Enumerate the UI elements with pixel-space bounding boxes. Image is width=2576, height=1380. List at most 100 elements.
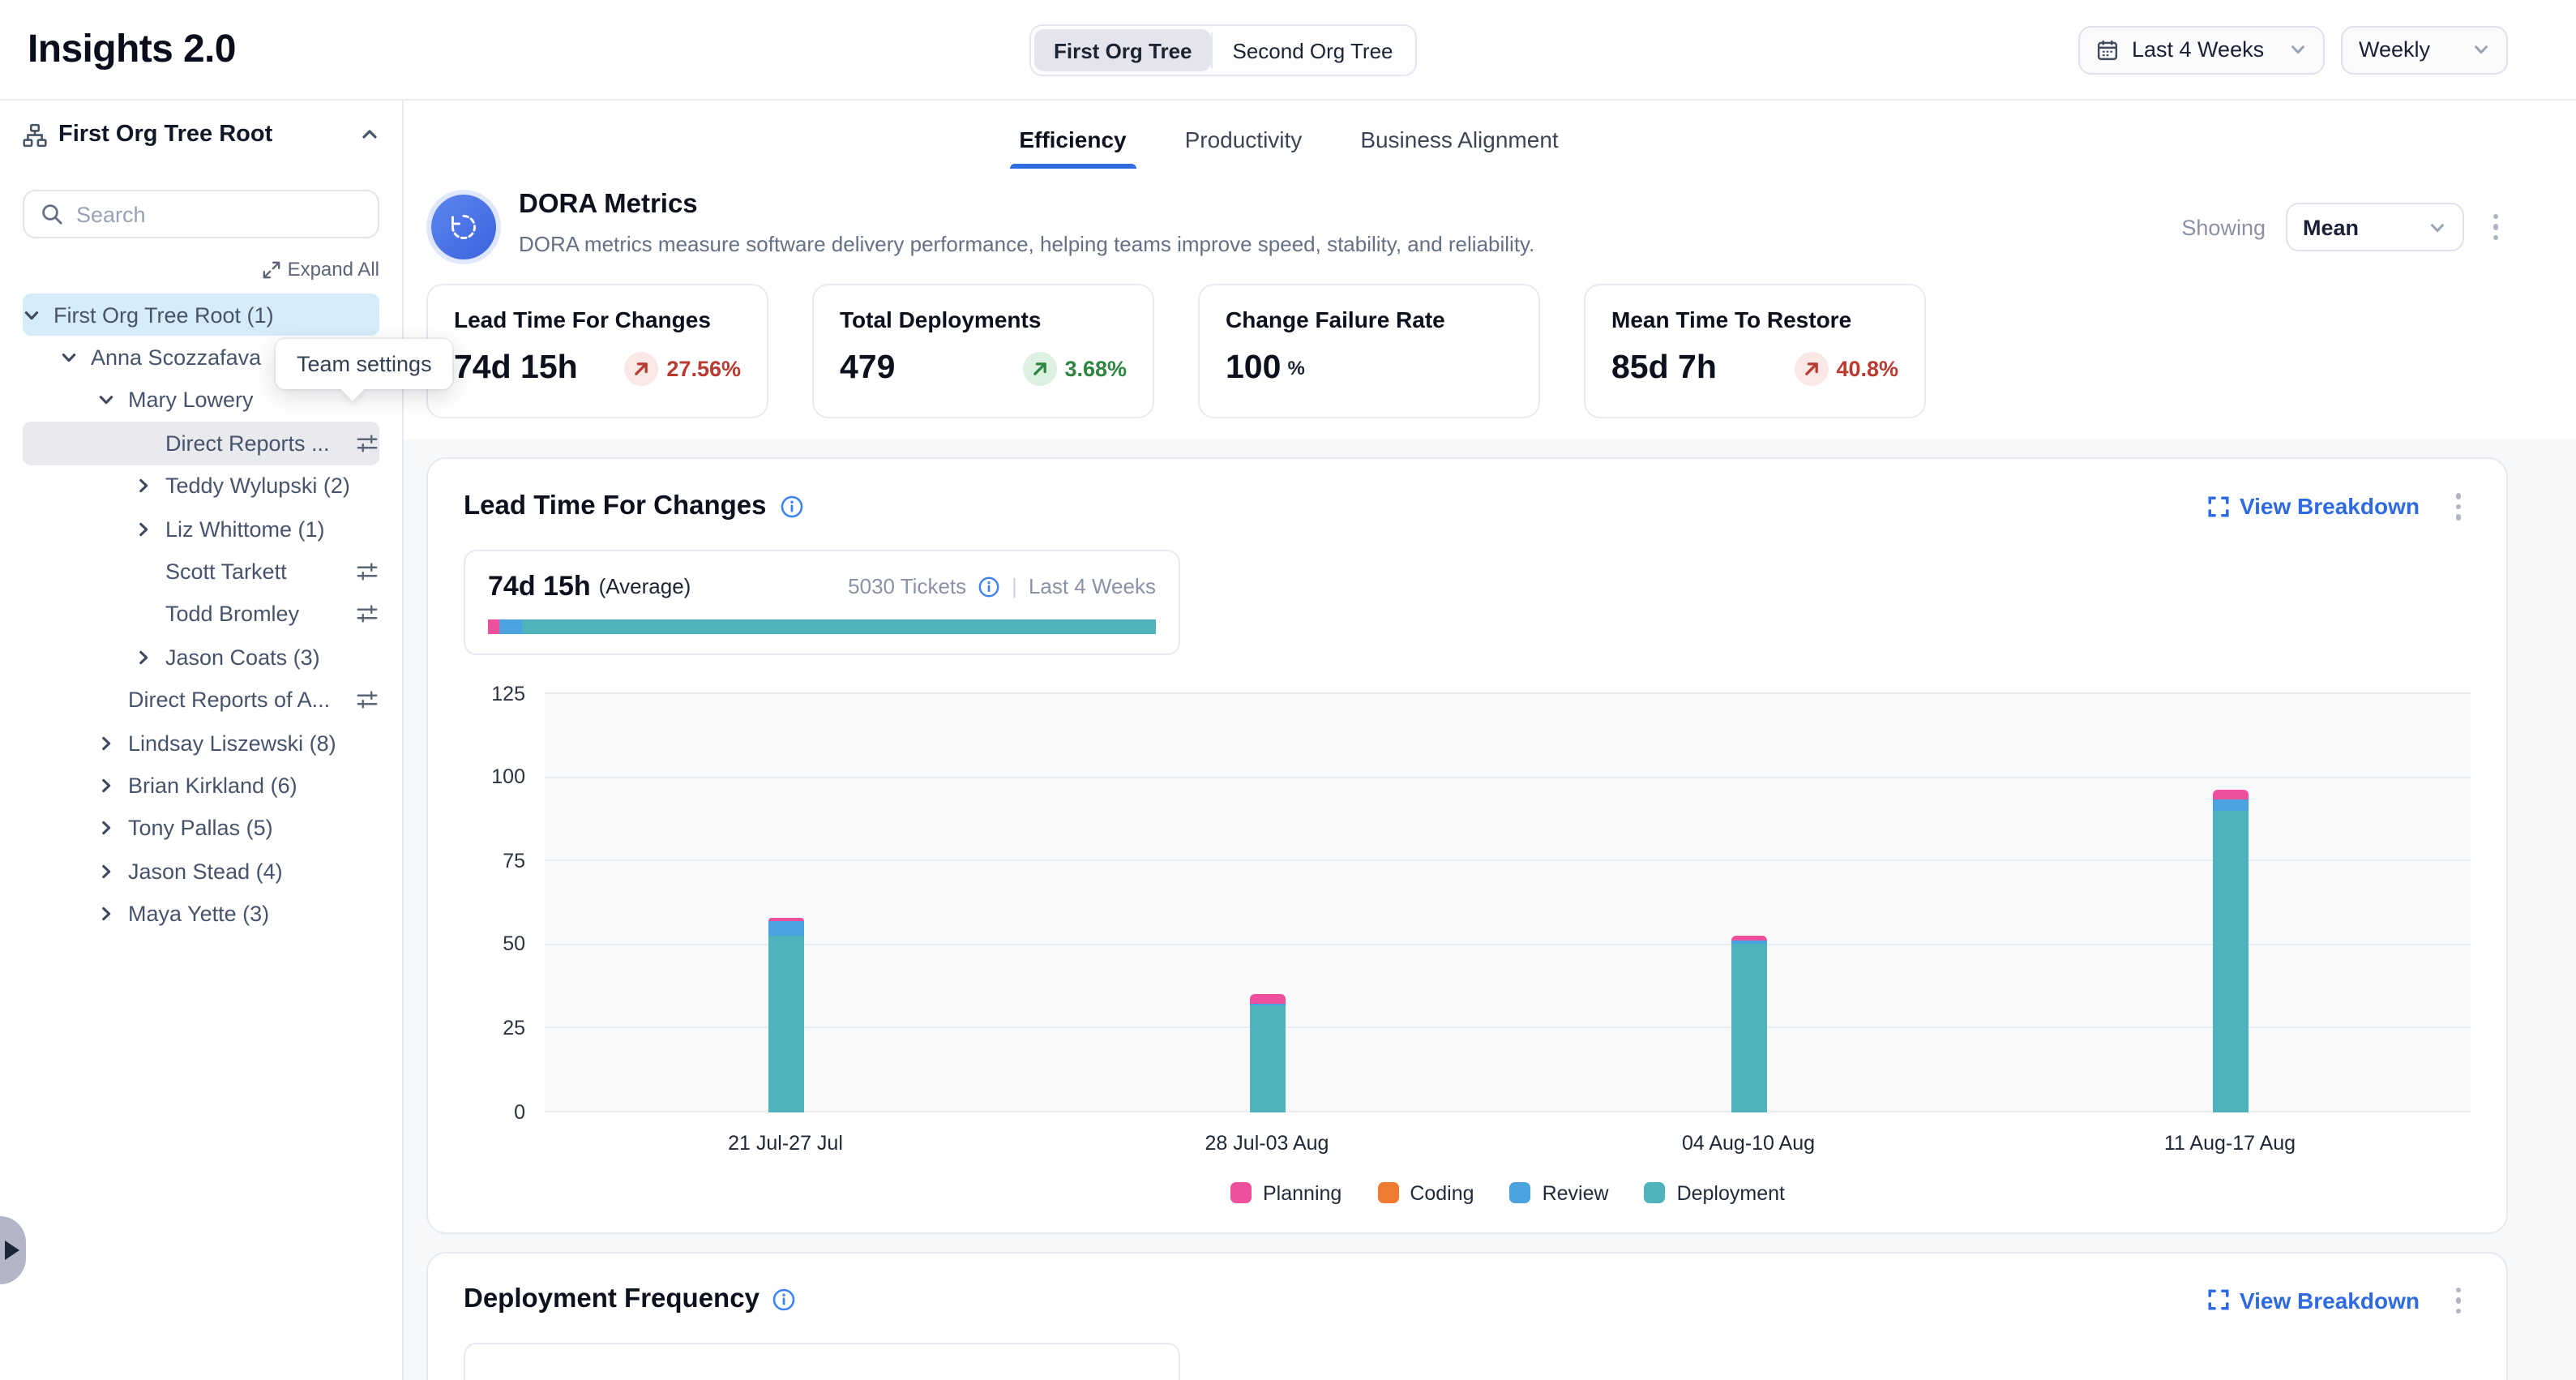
trend-badge: 27.56% bbox=[624, 351, 741, 385]
team-settings-icon[interactable] bbox=[345, 688, 379, 712]
tree-item[interactable]: Lindsay Liszewski (8) bbox=[23, 722, 379, 765]
team-settings-icon[interactable] bbox=[345, 431, 379, 456]
metric-title: Total Deployments bbox=[840, 306, 1127, 332]
lead-time-panel-title: Lead Time For Changes bbox=[464, 491, 767, 522]
metric-unit: % bbox=[1287, 357, 1304, 379]
average-segment-review bbox=[499, 619, 521, 633]
view-breakdown-button[interactable]: View Breakdown bbox=[2209, 1288, 2420, 1314]
tree-item[interactable]: First Org Tree Root (1) bbox=[23, 294, 379, 336]
legend-item[interactable]: Planning bbox=[1230, 1181, 1341, 1204]
showing-select[interactable]: Mean bbox=[2285, 203, 2463, 251]
search-box bbox=[23, 190, 379, 238]
chevron-right-icon[interactable] bbox=[135, 478, 154, 495]
average-summary-box: 74d 15h (Average) 5030 Tickets | Last 4 … bbox=[464, 549, 1180, 654]
stacked-bar[interactable] bbox=[1249, 995, 1285, 1112]
tabs-row: Efficiency Productivity Business Alignment bbox=[404, 101, 2576, 169]
tree-item[interactable]: Maya Yette (3) bbox=[23, 893, 379, 936]
toggle-first-org-tree[interactable]: First Org Tree bbox=[1034, 29, 1212, 71]
legend-swatch-review bbox=[1510, 1182, 1531, 1203]
info-icon[interactable] bbox=[780, 495, 804, 519]
metric-card: Change Failure Rate100% bbox=[1198, 284, 1540, 418]
expand-all-button[interactable]: Expand All bbox=[263, 258, 379, 281]
bar-slot bbox=[1026, 693, 1508, 1112]
date-range-select[interactable]: Last 4 Weeks bbox=[2078, 25, 2325, 74]
chevron-right-icon[interactable] bbox=[97, 777, 117, 795]
stacked-bar[interactable] bbox=[1731, 936, 1766, 1112]
tree-item[interactable]: Jason Coats (3) bbox=[23, 636, 379, 679]
y-axis-tick: 75 bbox=[503, 849, 525, 872]
bar-segment-review bbox=[2212, 799, 2248, 810]
deployment-frequency-title: Deployment Frequency bbox=[464, 1285, 760, 1316]
tree-item-label: Tony Pallas (5) bbox=[128, 816, 273, 841]
lead-time-menu-kebab-icon[interactable] bbox=[2445, 486, 2471, 526]
chevron-right-icon[interactable] bbox=[97, 734, 117, 752]
bar-segment-review bbox=[768, 921, 803, 936]
chart-legend: Planning Coding Review Deployment bbox=[545, 1181, 2471, 1204]
team-settings-tooltip: Team settings bbox=[276, 339, 453, 389]
collapse-sidebar-icon[interactable] bbox=[360, 125, 379, 144]
showing-label: Showing bbox=[2181, 215, 2266, 239]
chevron-right-icon[interactable] bbox=[97, 820, 117, 838]
bar-segment-deployment bbox=[1731, 945, 1766, 1112]
tab-productivity[interactable]: Productivity bbox=[1185, 126, 1303, 169]
chevron-right-icon[interactable] bbox=[97, 905, 117, 923]
showing-value: Mean bbox=[2303, 215, 2415, 239]
tree-item[interactable]: Brian Kirkland (6) bbox=[23, 765, 379, 808]
tree-item[interactable]: Direct Reports of A... bbox=[23, 679, 379, 722]
legend-item[interactable]: Coding bbox=[1377, 1181, 1474, 1204]
bar-slot bbox=[1508, 693, 1989, 1112]
tree-item-label: Anna Scozzafava bbox=[91, 345, 261, 370]
team-settings-icon[interactable] bbox=[345, 602, 379, 627]
search-input[interactable] bbox=[76, 202, 362, 226]
stacked-bar[interactable] bbox=[2212, 791, 2248, 1112]
tree-item[interactable]: Liz Whittome (1) bbox=[23, 508, 379, 551]
stacked-bar[interactable] bbox=[768, 919, 803, 1112]
tree-item[interactable]: Direct Reports ... bbox=[23, 422, 379, 465]
granularity-select[interactable]: Weekly bbox=[2341, 25, 2508, 74]
chevron-right-icon[interactable] bbox=[135, 520, 154, 538]
tab-efficiency[interactable]: Efficiency bbox=[1019, 126, 1126, 169]
tickets-count: 5030 Tickets bbox=[848, 574, 966, 598]
tab-business-alignment[interactable]: Business Alignment bbox=[1360, 126, 1558, 169]
date-range-value: Last 4 Weeks bbox=[2132, 37, 2276, 62]
trend-up-arrow-icon bbox=[1794, 351, 1828, 385]
legend-item[interactable]: Deployment bbox=[1645, 1181, 1785, 1204]
expand-all-icon bbox=[263, 260, 281, 278]
bars bbox=[545, 693, 2471, 1112]
legend-item[interactable]: Review bbox=[1510, 1181, 1609, 1204]
view-breakdown-label: View Breakdown bbox=[2240, 1288, 2420, 1314]
deployment-frequency-menu-kebab-icon[interactable] bbox=[2445, 1280, 2471, 1320]
chevron-right-icon[interactable] bbox=[97, 863, 117, 881]
tree-item-label: Maya Yette (3) bbox=[128, 902, 269, 926]
y-axis-tick: 50 bbox=[503, 933, 525, 956]
tree-item[interactable]: Jason Stead (4) bbox=[23, 850, 379, 893]
legend-label: Planning bbox=[1263, 1181, 1341, 1204]
divider: | bbox=[1012, 574, 1017, 598]
metric-title: Lead Time For Changes bbox=[454, 306, 741, 332]
tree-item[interactable]: Tony Pallas (5) bbox=[23, 807, 379, 850]
tree-item[interactable]: Teddy Wylupski (2) bbox=[23, 465, 379, 508]
tree-item-label: Brian Kirkland (6) bbox=[128, 774, 297, 798]
team-settings-icon[interactable] bbox=[345, 559, 379, 584]
chevron-right-icon[interactable] bbox=[135, 649, 154, 666]
tree-item[interactable]: Todd Bromley bbox=[23, 593, 379, 636]
chevron-down-icon[interactable] bbox=[23, 306, 42, 324]
dora-description: DORA metrics measure software delivery p… bbox=[519, 232, 1534, 256]
tree-item[interactable]: Scott Tarkett bbox=[23, 551, 379, 594]
view-breakdown-button[interactable]: View Breakdown bbox=[2209, 494, 2420, 520]
tree-item-label: First Org Tree Root (1) bbox=[53, 302, 274, 327]
lead-time-chart: 0255075100125 21 Jul-27 Jul28 Jul-03 Aug… bbox=[464, 693, 2471, 1204]
info-icon[interactable] bbox=[772, 1288, 797, 1313]
toggle-second-org-tree[interactable]: Second Org Tree bbox=[1213, 29, 1413, 71]
info-icon[interactable] bbox=[978, 575, 1000, 598]
chevron-down-icon[interactable] bbox=[60, 349, 79, 366]
dora-menu-kebab-icon[interactable] bbox=[2483, 208, 2508, 247]
metric-value: 100 bbox=[1226, 349, 1281, 388]
chevron-down-icon[interactable] bbox=[97, 392, 117, 409]
org-chart-icon bbox=[23, 122, 47, 147]
lead-time-panel: Lead Time For Changes bbox=[426, 457, 2508, 1233]
y-axis-tick: 0 bbox=[514, 1100, 525, 1123]
expand-all-label: Expand All bbox=[288, 258, 379, 281]
deployment-frequency-panel: Deployment Frequency V bbox=[426, 1251, 2508, 1380]
sidebar-header[interactable]: First Org Tree Root bbox=[0, 101, 402, 169]
